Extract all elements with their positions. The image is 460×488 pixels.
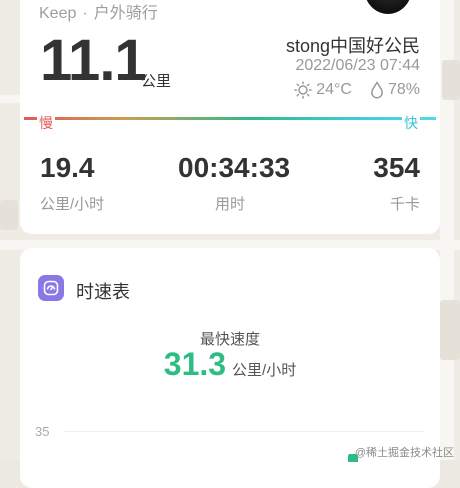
- activity-type: 户外骑行: [93, 5, 158, 22]
- username: stong中国好公民: [285, 36, 420, 56]
- duration-value: 00:34:33: [178, 152, 291, 183]
- fastest-speed-unit: 公里/小时: [232, 362, 297, 379]
- sun-icon: [294, 81, 312, 99]
- workout-summary-card: Keep · 户外骑行 11.1 公里 stong中国好公民 2022/06/23 …: [20, 0, 440, 234]
- temperature: 24°C: [316, 81, 352, 98]
- fastest-speed-value: 31.3: [163, 346, 227, 382]
- speed-color-scale: [24, 117, 436, 120]
- humidity: 78%: [387, 81, 420, 98]
- scale-fast-label: 快: [402, 113, 420, 133]
- separator-dot: ·: [82, 5, 88, 22]
- duration-label: 用时: [214, 196, 245, 213]
- speedometer-icon: [38, 275, 64, 301]
- activity-header: Keep · 户外骑行: [39, 0, 158, 23]
- droplet-icon: [370, 81, 384, 99]
- grid-line: [64, 431, 424, 432]
- section-title: 时速表: [76, 282, 130, 302]
- fastest-speed: 31.3 公里/小时: [20, 346, 440, 383]
- calories-value: 354: [373, 152, 420, 183]
- avg-speed-label: 公里/小时: [40, 196, 105, 213]
- avatar[interactable]: [364, 0, 412, 14]
- weather-info: 24°C 78%: [294, 81, 420, 99]
- brand-name: Keep: [39, 5, 77, 22]
- calories-stat: 354 千卡: [373, 152, 420, 214]
- avg-speed-stat: 19.4 公里/小时: [40, 152, 104, 214]
- workout-datetime: 2022/06/23 07:44: [295, 57, 420, 74]
- avg-speed-value: 19.4: [40, 152, 95, 183]
- watermark: @稀土掘金技术社区: [354, 447, 454, 459]
- calories-label: 千卡: [389, 196, 420, 213]
- distance-unit: 公里: [141, 73, 172, 90]
- distance-value: 11.1: [40, 28, 147, 93]
- duration-stat: 00:34:33 用时: [178, 152, 291, 214]
- scale-slow-label: 慢: [37, 113, 55, 133]
- y-axis-tick: 35: [35, 424, 50, 439]
